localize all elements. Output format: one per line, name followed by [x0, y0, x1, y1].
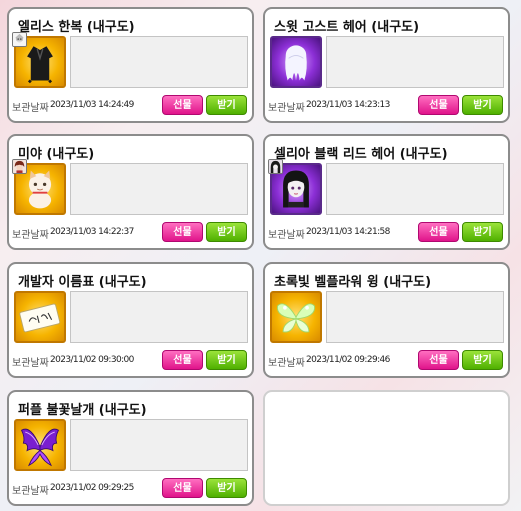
purple-flame-wing-icon[interactable]: [14, 419, 66, 471]
item-card: 미야 (내구도) 보관날짜 2023/11/03 14:22:37 선물 받기: [7, 134, 254, 250]
receive-button[interactable]: 받기: [462, 350, 503, 370]
storage-date: 2023/11/02 09:29:46: [306, 355, 390, 365]
item-title: 초록빛 벨플라워 윙 (내구도): [274, 275, 432, 290]
message-box: [70, 163, 248, 215]
gift-button[interactable]: 선물: [418, 95, 459, 115]
gift-button[interactable]: 선물: [162, 478, 203, 498]
bellflower-wing-icon[interactable]: [270, 291, 322, 343]
storage-date: 2023/11/03 14:24:49: [50, 100, 134, 110]
receive-button[interactable]: 받기: [206, 478, 247, 498]
item-title: 엘리스 한복 (내구도): [18, 20, 135, 35]
item-card: 스윗 고스트 헤어 (내구도) 보관날짜 2023/11/03 14:23:13…: [263, 7, 510, 123]
receive-button[interactable]: 받기: [206, 350, 247, 370]
storage-date: 2023/11/03 14:21:58: [306, 227, 390, 237]
item-title: 퍼플 불꽃날개 (내구도): [18, 403, 147, 418]
message-box: [326, 163, 504, 215]
empty-slot: [263, 390, 510, 506]
ghost-hair-icon[interactable]: [270, 36, 322, 88]
storage-date-label: 보관날짜: [12, 358, 49, 369]
item-card: 초록빛 벨플라워 윙 (내구도) 보관날짜 2023/11/02 09:29:4…: [263, 262, 510, 378]
receive-button[interactable]: 받기: [206, 95, 247, 115]
storage-date: 2023/11/02 09:29:25: [50, 483, 134, 493]
message-box: [70, 36, 248, 88]
receive-button[interactable]: 받기: [462, 222, 503, 242]
item-title: 개발자 이름표 (내구도): [18, 275, 147, 290]
avatar: [268, 159, 283, 174]
item-card: 개발자 이름표 (내구도) 보관날짜 2023/11/02 09:30:00 선…: [7, 262, 254, 378]
name-tag-icon[interactable]: [14, 291, 66, 343]
item-title: 스윗 고스트 헤어 (내구도): [274, 20, 420, 35]
storage-date-label: 보관날짜: [268, 358, 305, 369]
message-box: [70, 291, 248, 343]
storage-date-label: 보관날짜: [12, 486, 49, 497]
gift-button[interactable]: 선물: [162, 222, 203, 242]
item-card: 엘리스 한복 (내구도) 보관날짜 2023/11/03 14:24:49 선물…: [7, 7, 254, 123]
avatar: [12, 159, 27, 174]
item-title: 미야 (내구도): [18, 147, 95, 162]
gift-button[interactable]: 선물: [418, 222, 459, 242]
storage-date-label: 보관날짜: [268, 103, 305, 114]
storage-date: 2023/11/03 14:23:13: [306, 100, 390, 110]
message-box: [326, 291, 504, 343]
storage-date-label: 보관날짜: [12, 103, 49, 114]
message-box: [326, 36, 504, 88]
receive-button[interactable]: 받기: [462, 95, 503, 115]
item-card: 셀리아 블랙 리드 헤어 (내구도) 보관날짜 2023/11/03 14:21…: [263, 134, 510, 250]
storage-date: 2023/11/03 14:22:37: [50, 227, 134, 237]
item-title: 셀리아 블랙 리드 헤어 (내구도): [274, 147, 448, 162]
gift-button[interactable]: 선물: [162, 350, 203, 370]
avatar: [12, 32, 27, 47]
gift-button[interactable]: 선물: [162, 95, 203, 115]
storage-date: 2023/11/02 09:30:00: [50, 355, 134, 365]
message-box: [70, 419, 248, 471]
gift-button[interactable]: 선물: [418, 350, 459, 370]
receive-button[interactable]: 받기: [206, 222, 247, 242]
storage-date-label: 보관날짜: [12, 230, 49, 241]
storage-date-label: 보관날짜: [268, 230, 305, 241]
item-card: 퍼플 불꽃날개 (내구도) 보관날짜 2023/11/02 09:29:25 선…: [7, 390, 254, 506]
